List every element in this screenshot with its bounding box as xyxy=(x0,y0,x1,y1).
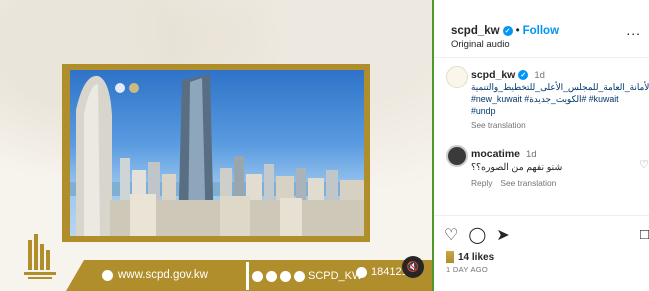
post-date: 1 DAY AGO xyxy=(446,265,489,274)
comment-user-row: mocatime 1d xyxy=(471,148,537,160)
caption-hashtag-line-1[interactable]: الأمانة_العامة_للمجلس_الأعلى_للتخطيط_وال… xyxy=(471,82,649,93)
bookmark-icon[interactable]: □ xyxy=(640,226,649,243)
post-sidebar: scpd_kw ✓ • Follow Original audio ... sc… xyxy=(434,0,649,291)
header-user-row: scpd_kw ✓ • Follow xyxy=(451,25,559,37)
caption-time: 1d xyxy=(534,69,545,81)
share-icon[interactable]: ➤ xyxy=(496,225,509,245)
separator-dot: • xyxy=(515,25,520,37)
website-text: www.scpd.gov.kw xyxy=(118,269,208,281)
follow-button[interactable]: Follow xyxy=(523,25,559,37)
social-handle-text: SCPD_KW xyxy=(308,270,363,282)
instagram-icon xyxy=(280,270,291,282)
youtube-icon xyxy=(252,270,263,282)
comment-actions: Reply See translation xyxy=(471,178,556,188)
comment-see-translation[interactable]: See translation xyxy=(500,178,556,188)
comment-text: شنو نفهم من الصوره؟؟ xyxy=(471,161,563,172)
facebook-icon xyxy=(266,270,277,282)
likes-row: 14 likes xyxy=(446,251,494,263)
scpd-logo xyxy=(24,234,56,279)
post-actions: ♡ ◯ ➤ xyxy=(444,225,510,245)
caption-user-row: scpd_kw ✓ 1d xyxy=(471,69,545,81)
twitter-icon xyxy=(294,270,305,282)
speaker-muted-icon[interactable]: 🔇 xyxy=(402,256,424,278)
caption-avatar[interactable] xyxy=(446,66,468,88)
comment-reply-button[interactable]: Reply xyxy=(471,178,492,188)
verified-badge-icon: ✓ xyxy=(502,26,513,36)
comment-icon[interactable]: ◯ xyxy=(468,225,486,245)
more-options-icon[interactable]: ... xyxy=(626,22,641,38)
header-username[interactable]: scpd_kw xyxy=(451,25,500,37)
comment-username[interactable]: mocatime xyxy=(471,148,520,160)
comment-heart-icon[interactable]: ♡ xyxy=(639,158,649,171)
comment-avatar[interactable] xyxy=(446,145,468,167)
skyline-illustration xyxy=(70,74,364,236)
kuwait-skyline-photo xyxy=(70,70,364,236)
caption-see-translation[interactable]: See translation xyxy=(471,121,526,130)
caption-hashtag-line-3[interactable]: #undp xyxy=(471,106,495,116)
globe-icon xyxy=(102,269,113,281)
post-header: scpd_kw ✓ • Follow Original audio ... xyxy=(434,0,649,58)
social-handles: SCPD_KW xyxy=(252,266,362,286)
likes-count[interactable]: 14 likes xyxy=(458,252,494,263)
liker-avatar[interactable] xyxy=(446,251,454,263)
section-divider xyxy=(434,215,649,216)
caption-hashtag-line-2[interactable]: #new_kuwait #الكويت_جديدة# #kuwait xyxy=(471,94,619,105)
heart-icon[interactable]: ♡ xyxy=(444,225,458,245)
comment-time: 1d xyxy=(525,149,537,160)
phone-icon xyxy=(356,266,367,278)
verified-badge-icon: ✓ xyxy=(518,70,529,80)
audio-label[interactable]: Original audio xyxy=(451,39,510,50)
website-link: www.scpd.gov.kw xyxy=(102,265,208,285)
post-media[interactable]: www.scpd.gov.kw SCPD_KW 1841218 🔇 xyxy=(0,0,432,291)
caption-username[interactable]: scpd_kw xyxy=(471,69,515,81)
